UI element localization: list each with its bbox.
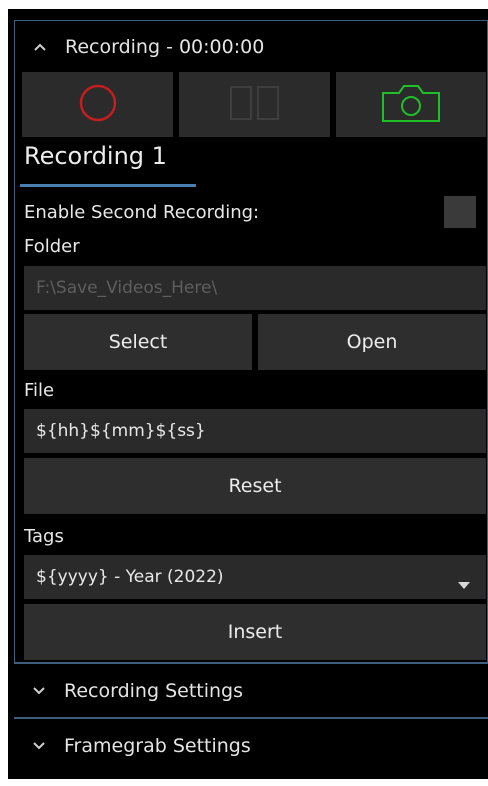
- chevron-down-icon: [28, 686, 50, 696]
- recording-settings-title: Recording Settings: [64, 680, 243, 702]
- tab-recording-1[interactable]: Recording 1: [24, 142, 167, 170]
- snapshot-button[interactable]: [336, 72, 486, 137]
- tab-active-indicator: [20, 184, 196, 187]
- tags-dropdown[interactable]: ${yyyy} - Year (2022): [24, 555, 486, 599]
- recording-settings-header[interactable]: Recording Settings: [14, 665, 488, 717]
- folder-path-field[interactable]: F:\Save_Videos_Here\: [24, 266, 486, 310]
- section-divider: [14, 717, 488, 719]
- section-divider: [14, 662, 488, 664]
- folder-label: Folder: [24, 236, 80, 257]
- enable-second-recording-label: Enable Second Recording:: [24, 202, 260, 223]
- file-label: File: [24, 380, 55, 401]
- record-button[interactable]: [22, 72, 173, 137]
- enable-second-recording-checkbox[interactable]: [444, 196, 476, 228]
- recording-section-title: Recording - 00:00:00: [65, 35, 265, 58]
- framegrab-settings-header[interactable]: Framegrab Settings: [14, 720, 488, 772]
- record-circle-icon: [76, 81, 120, 129]
- recording-section-header[interactable]: Recording - 00:00:00: [14, 20, 488, 72]
- tags-label: Tags: [24, 526, 64, 547]
- file-name-field[interactable]: ${hh}${mm}${ss}: [24, 409, 486, 453]
- panel-border-left: [14, 56, 15, 662]
- pause-button[interactable]: [179, 72, 330, 137]
- insert-button[interactable]: Insert: [24, 604, 486, 660]
- framegrab-settings-title: Framegrab Settings: [64, 735, 251, 757]
- dropdown-arrow-icon: [458, 574, 470, 594]
- chevron-down-icon: [28, 741, 50, 751]
- reset-button[interactable]: Reset: [24, 458, 486, 514]
- open-folder-button[interactable]: Open: [258, 314, 486, 370]
- tags-selected-value: ${yyyy} - Year (2022): [36, 567, 224, 587]
- select-folder-button[interactable]: Select: [24, 314, 252, 370]
- camera-icon: [379, 81, 443, 129]
- pause-icon: [227, 81, 283, 129]
- chevron-up-icon: [29, 42, 51, 52]
